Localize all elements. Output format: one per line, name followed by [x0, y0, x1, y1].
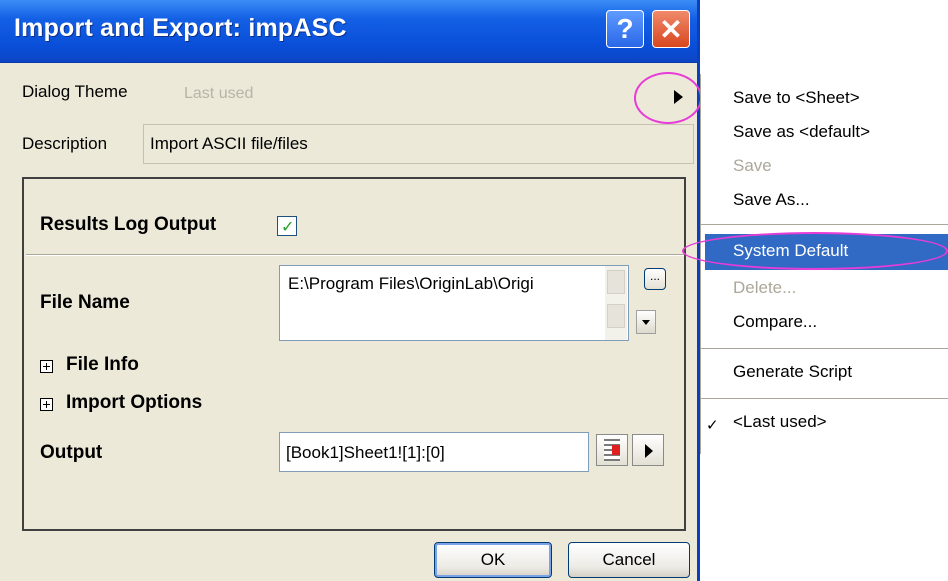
output-input[interactable]: [Book1]Sheet1![1]:[0]	[279, 432, 589, 472]
scroll-down-button[interactable]	[607, 304, 625, 328]
cancel-button[interactable]: Cancel	[568, 542, 690, 578]
menu-separator	[701, 224, 948, 225]
dialog-theme-label: Dialog Theme	[22, 82, 128, 101]
checkmark-icon: ✓	[706, 416, 719, 434]
results-log-checkbox[interactable]: ✓	[277, 216, 297, 236]
menu-separator	[701, 398, 948, 399]
browse-button[interactable]: ...	[644, 268, 666, 290]
file-name-scrollbar[interactable]	[605, 266, 627, 340]
import-options-label[interactable]: Import Options	[66, 392, 202, 414]
import-export-dialog: Import and Export: impASC ? ✕ Dialog The…	[0, 0, 702, 581]
menu-item-save-to-sheet[interactable]: Save to <Sheet>	[733, 88, 860, 108]
description-field: Import ASCII file/files	[143, 124, 694, 164]
dialog-theme-field[interactable]: Last used	[166, 74, 694, 118]
dialog-title: Import and Export: impASC	[14, 14, 347, 42]
menu-item-generate-script[interactable]: Generate Script	[733, 362, 852, 382]
worksheet-selection-icon	[612, 445, 620, 455]
file-name-dropdown-button[interactable]	[636, 310, 656, 334]
description-value: Import ASCII file/files	[150, 134, 308, 153]
output-value: [Book1]Sheet1![1]:[0]	[286, 443, 445, 462]
highlight-annotation	[682, 232, 948, 270]
dialog-theme-value: Last used	[184, 85, 254, 102]
chevron-down-icon	[642, 320, 650, 325]
checkmark-icon: ✓	[281, 217, 295, 236]
divider	[26, 254, 684, 256]
menu-item-last-used[interactable]: <Last used>	[733, 412, 827, 432]
menu-separator	[701, 348, 948, 349]
output-select-button[interactable]	[596, 434, 628, 466]
ok-button[interactable]: OK	[434, 542, 552, 578]
output-menu-button[interactable]	[632, 434, 664, 466]
menu-item-delete: Delete...	[733, 278, 797, 297]
description-label: Description	[22, 134, 108, 153]
help-button[interactable]: ?	[606, 10, 644, 48]
file-name-value: E:\Program Files\OriginLab\Origi	[288, 274, 534, 293]
highlight-annotation	[634, 72, 702, 124]
scroll-up-button[interactable]	[607, 270, 625, 294]
menu-item-compare[interactable]: Compare...	[733, 312, 817, 332]
output-label: Output	[40, 442, 103, 463]
menu-item-save-as[interactable]: Save As...	[733, 190, 810, 210]
close-button[interactable]: ✕	[652, 10, 690, 48]
file-info-label[interactable]: File Info	[66, 354, 139, 376]
menu-item-save-as-default[interactable]: Save as <default>	[733, 122, 870, 142]
menu-item-save: Save	[733, 156, 772, 175]
file-name-input[interactable]: E:\Program Files\OriginLab\Origi	[279, 265, 629, 341]
file-name-label: File Name	[40, 292, 130, 313]
results-log-label: Results Log Output	[40, 214, 217, 235]
arrow-right-icon	[645, 444, 653, 458]
title-bar[interactable]: Import and Export: impASC ? ✕	[0, 0, 697, 63]
expand-file-info-icon[interactable]	[40, 360, 53, 373]
expand-import-options-icon[interactable]	[40, 398, 53, 411]
